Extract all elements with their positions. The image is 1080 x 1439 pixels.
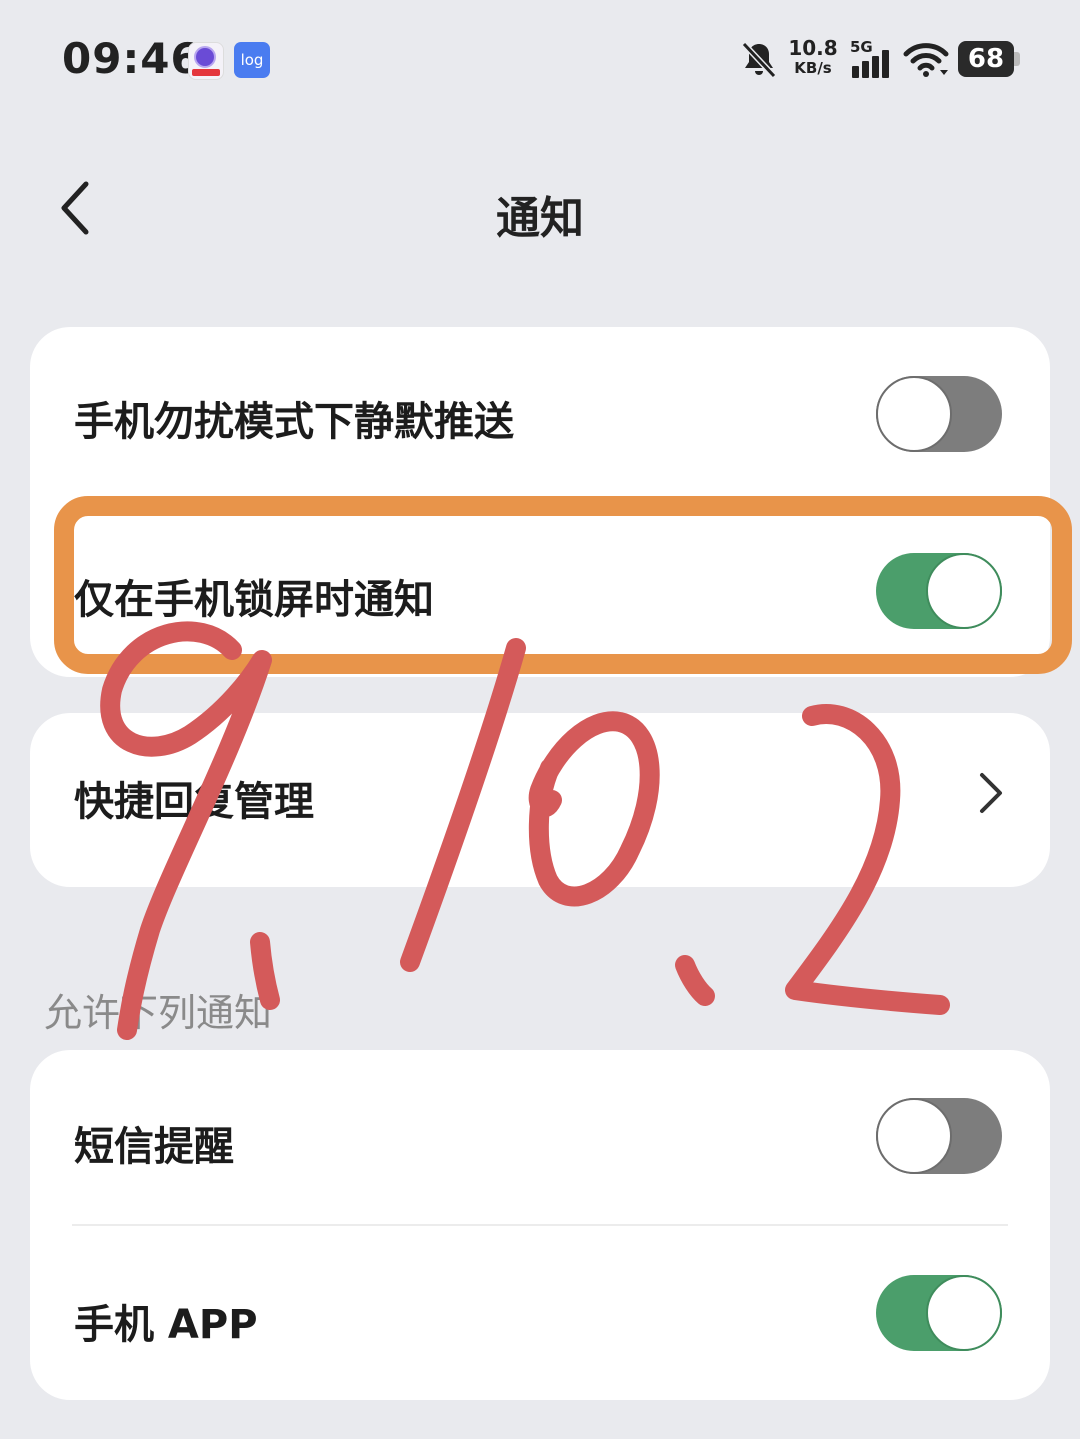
row-divider: [72, 1224, 1008, 1226]
allowed-notifications-card: 短信提醒 手机 APP: [30, 1050, 1050, 1400]
phone-app-label: 手机 APP: [74, 1302, 258, 1348]
camera-app-icon: [188, 42, 224, 80]
sms-reminder-toggle[interactable]: [876, 1098, 1002, 1174]
toggle-knob: [926, 553, 1002, 629]
lockscreen-notify-label: 仅在手机锁屏时通知: [74, 577, 434, 623]
status-time: 09:46: [62, 34, 201, 83]
chevron-right-icon: [980, 773, 1002, 813]
battery-indicator: 68: [958, 41, 1014, 77]
page-title: 通知: [496, 193, 584, 244]
quick-reply-card[interactable]: 快捷回复管理: [30, 713, 1050, 887]
cellular-signal-icon: [852, 50, 889, 78]
toggle-knob: [926, 1275, 1002, 1351]
silent-push-toggle[interactable]: [876, 376, 1002, 452]
toggle-knob: [876, 376, 952, 452]
settings-card-top: 手机勿扰模式下静默推送 仅在手机锁屏时通知: [30, 327, 1050, 677]
network-speed: 10.8 KB/s: [788, 38, 838, 78]
phone-app-toggle[interactable]: [876, 1275, 1002, 1351]
quick-reply-label: 快捷回复管理: [74, 779, 314, 825]
log-app-icon: log: [234, 42, 270, 78]
sms-reminder-label: 短信提醒: [74, 1124, 234, 1170]
network-speed-unit: KB/s: [794, 59, 832, 77]
allowed-notifications-header: 允许下列通知: [44, 991, 273, 1035]
toggle-knob: [876, 1098, 952, 1174]
bell-muted-icon: [741, 41, 777, 79]
network-speed-value: 10.8: [788, 36, 838, 60]
handwritten-dot-2: [675, 955, 715, 1006]
wifi-icon: [903, 43, 949, 77]
silent-push-label: 手机勿扰模式下静默推送: [74, 399, 514, 445]
battery-cap: [1014, 52, 1020, 66]
lockscreen-notify-toggle[interactable]: [876, 553, 1002, 629]
